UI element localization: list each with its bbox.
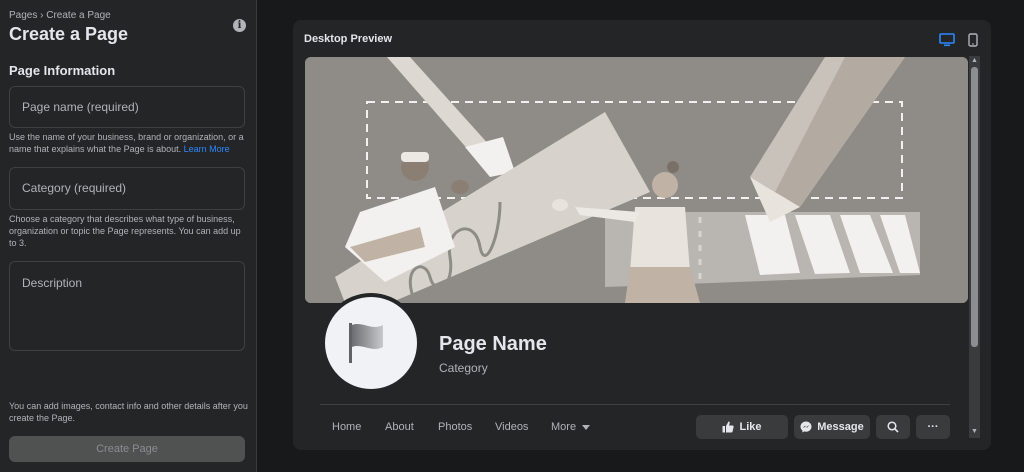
avatar-frame <box>325 297 417 389</box>
category-input[interactable]: Category (required) <box>9 167 245 210</box>
create-page-panel: Pages › Create a Page Create a Page i Pa… <box>0 0 257 472</box>
tab-about[interactable]: About <box>385 421 414 433</box>
tab-videos[interactable]: Videos <box>495 421 528 433</box>
desktop-preview-panel: Desktop Preview Page Name Category Home … <box>293 20 991 450</box>
page-name-input[interactable]: Page name (required) <box>9 86 245 128</box>
info-icon[interactable]: i <box>233 19 246 32</box>
breadcrumb[interactable]: Pages › Create a Page <box>9 10 111 21</box>
tabs-divider <box>320 404 950 405</box>
learn-more-link[interactable]: Learn More <box>184 144 230 154</box>
desktop-icon[interactable] <box>939 33 955 52</box>
preview-category: Category <box>439 361 488 375</box>
category-helper: Choose a category that describes what ty… <box>9 214 241 248</box>
search-icon <box>887 421 899 433</box>
like-label: Like <box>739 421 762 433</box>
section-title: Page Information <box>9 63 116 78</box>
cover-photo <box>305 57 968 303</box>
footer-note: You can add images, contact info and oth… <box>9 401 248 423</box>
scroll-up-arrow[interactable]: ▲ <box>970 57 979 64</box>
flag-icon <box>347 323 395 368</box>
page-name-helper: Use the name of your business, brand or … <box>9 131 249 155</box>
scrollbar-thumb[interactable] <box>971 67 978 347</box>
like-button[interactable]: Like <box>696 415 788 439</box>
mobile-icon[interactable] <box>968 33 978 52</box>
tab-more-label: More <box>551 421 577 433</box>
description-input[interactable]: Description <box>9 261 245 351</box>
more-options-button[interactable]: ··· <box>916 415 950 439</box>
tab-photos[interactable]: Photos <box>438 421 472 433</box>
create-page-button[interactable]: Create Page <box>9 436 245 462</box>
more-dots-icon: ··· <box>927 421 939 433</box>
tab-more[interactable]: More <box>551 421 591 433</box>
scroll-down-arrow[interactable]: ▼ <box>970 428 979 435</box>
thumbs-up-icon <box>722 421 735 433</box>
preview-page-name: Page Name <box>439 333 547 355</box>
search-button[interactable] <box>876 415 910 439</box>
messenger-icon <box>800 421 812 433</box>
caret-down-icon <box>582 424 591 430</box>
message-label: Message <box>817 421 864 433</box>
profile-avatar <box>321 293 421 393</box>
message-button[interactable]: Message <box>794 415 870 439</box>
page-title: Create a Page <box>9 24 129 44</box>
preview-title: Desktop Preview <box>304 33 393 45</box>
tab-home[interactable]: Home <box>332 421 361 433</box>
